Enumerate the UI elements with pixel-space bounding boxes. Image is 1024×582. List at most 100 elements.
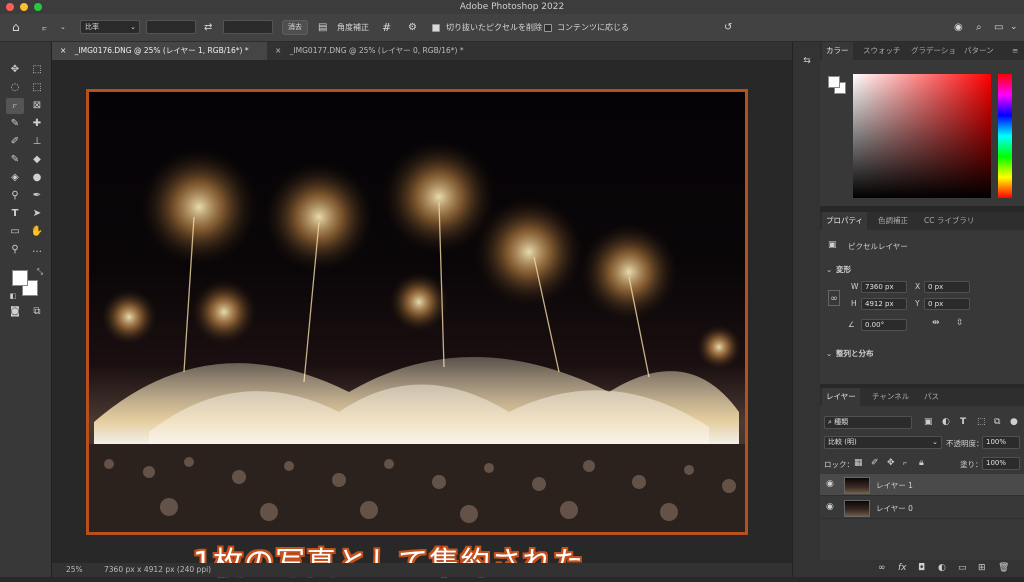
- reset-icon[interactable]: ↺: [724, 20, 732, 35]
- search-icon[interactable]: ⌕: [976, 20, 982, 35]
- hand-tool-icon[interactable]: ✋: [28, 224, 46, 240]
- filter-toggle-icon[interactable]: ●: [1010, 417, 1018, 427]
- workspace-icon[interactable]: ▭: [994, 20, 1003, 35]
- lasso-tool-icon[interactable]: ◌: [6, 80, 24, 96]
- lock-position-icon[interactable]: ✥: [887, 458, 895, 468]
- crop-height-input[interactable]: [223, 20, 273, 34]
- default-colors-icon[interactable]: ◧: [4, 288, 22, 304]
- add-mask-icon[interactable]: ◘: [918, 563, 925, 573]
- crop-tool-icon[interactable]: ⟔: [6, 98, 24, 114]
- marquee-tool-icon[interactable]: ⬚: [28, 62, 46, 78]
- gear-icon[interactable]: ⚙: [408, 20, 417, 35]
- document-info[interactable]: 7360 px x 4912 px (240 ppi): [104, 563, 211, 577]
- content-aware-checkbox[interactable]: [544, 24, 552, 32]
- flip-horizontal-icon[interactable]: ⇹: [932, 318, 940, 328]
- tab-patterns[interactable]: パターン: [960, 42, 998, 60]
- brush-tool-icon[interactable]: ✐: [6, 134, 24, 150]
- tab-document-2[interactable]: × _IMG0177.DNG @ 25% (レイヤー 0, RGB/16*) *: [267, 42, 482, 60]
- swap-icon[interactable]: ⇄: [204, 20, 212, 35]
- quick-mask-icon[interactable]: ◙: [6, 304, 24, 320]
- paint-bucket-icon[interactable]: ◈: [6, 170, 24, 186]
- link-layers-icon[interactable]: ∞: [878, 563, 886, 573]
- straighten-icon[interactable]: ▤: [318, 20, 327, 35]
- link-icon[interactable]: ∞: [828, 290, 840, 306]
- panel-menu-icon[interactable]: ≡: [1008, 42, 1022, 60]
- screen-mode-icon[interactable]: ⧉: [28, 304, 46, 320]
- minimize-window-button[interactable]: [20, 3, 28, 11]
- document-image[interactable]: [86, 89, 748, 535]
- account-icon[interactable]: ◉: [954, 20, 963, 35]
- grid-overlay-icon[interactable]: #: [382, 20, 391, 35]
- lock-pixels-icon[interactable]: ✐: [871, 458, 879, 468]
- new-layer-icon[interactable]: ⊞: [978, 563, 986, 573]
- frame-tool-icon[interactable]: ⊠: [28, 98, 46, 114]
- lock-all-icon[interactable]: 🔒︎: [919, 458, 924, 468]
- height-input[interactable]: 4912 px: [861, 298, 907, 310]
- tab-document-1[interactable]: × _IMG0176.DNG @ 25% (レイヤー 1, RGB/16*) *: [52, 42, 267, 60]
- lock-artboard-icon[interactable]: ⟔: [903, 458, 907, 468]
- history-brush-icon[interactable]: ✎: [6, 152, 24, 168]
- visibility-eye-icon[interactable]: ◉: [826, 479, 834, 489]
- adjustment-layer-icon[interactable]: ◐: [938, 563, 946, 573]
- zoom-level[interactable]: 25%: [66, 563, 83, 577]
- hue-slider[interactable]: [998, 74, 1012, 198]
- tab-adjustments[interactable]: 色調補正: [874, 212, 912, 230]
- more-tools-icon[interactable]: …: [28, 242, 46, 258]
- tab-channels[interactable]: チャンネル: [868, 388, 913, 406]
- filter-adjust-icon[interactable]: ◐: [942, 417, 950, 427]
- object-select-icon[interactable]: ⬚: [28, 80, 46, 96]
- zoom-window-button[interactable]: [34, 3, 42, 11]
- zoom-tool-icon[interactable]: ⚲: [6, 242, 24, 258]
- chevron-down-icon[interactable]: ⌄: [1010, 20, 1018, 35]
- close-icon[interactable]: ×: [275, 46, 281, 55]
- close-window-button[interactable]: [6, 3, 14, 11]
- layer-filter-select[interactable]: ⌕ 種類: [824, 416, 912, 429]
- angle-input[interactable]: 0.00°: [861, 319, 907, 331]
- rectangle-tool-icon[interactable]: ▭: [6, 224, 24, 240]
- dodge-tool-icon[interactable]: ⚲: [6, 188, 24, 204]
- straighten-label[interactable]: 角度補正: [337, 20, 369, 35]
- fx-icon[interactable]: fx: [898, 563, 907, 573]
- eraser-tool-icon[interactable]: ◆: [28, 152, 46, 168]
- tab-properties[interactable]: プロパティ: [822, 212, 868, 230]
- fill-input[interactable]: 100%: [982, 457, 1020, 470]
- group-folder-icon[interactable]: ▭: [958, 563, 967, 573]
- chevron-down-icon[interactable]: ⌄: [826, 265, 832, 274]
- filter-pixel-icon[interactable]: ▣: [924, 417, 933, 427]
- blur-tool-icon[interactable]: ●: [28, 170, 46, 186]
- layer-row-1[interactable]: ◉ レイヤー 1: [820, 474, 1024, 496]
- filter-shape-icon[interactable]: ⬚: [977, 417, 986, 427]
- flip-vertical-icon[interactable]: ⇳: [956, 318, 964, 328]
- type-tool-icon[interactable]: T: [6, 206, 24, 222]
- blend-mode-select[interactable]: 比較 (明) ⌄: [824, 436, 942, 449]
- swap-colors-icon[interactable]: ⤡: [31, 264, 49, 280]
- lock-transparent-icon[interactable]: ▦: [854, 458, 863, 468]
- eyedropper-tool-icon[interactable]: ✎: [6, 116, 24, 132]
- tab-cc-libraries[interactable]: CC ライブラリ: [920, 212, 978, 230]
- clear-button[interactable]: 消去: [282, 20, 308, 35]
- visibility-eye-icon[interactable]: ◉: [826, 502, 834, 512]
- stamp-tool-icon[interactable]: ⊥: [28, 134, 46, 150]
- width-input[interactable]: 7360 px: [861, 281, 907, 293]
- history-panel-icon[interactable]: ⇆: [799, 56, 815, 66]
- tab-gradients[interactable]: グラデーショ: [907, 42, 960, 60]
- tab-color[interactable]: カラー: [822, 42, 853, 60]
- chevron-down-icon[interactable]: ⌄: [826, 349, 832, 358]
- crop-tool-preset-icon[interactable]: ⟔: [42, 20, 47, 35]
- pen-tool-icon[interactable]: ✒: [28, 188, 46, 204]
- tab-layers[interactable]: レイヤー: [822, 388, 860, 406]
- trash-icon[interactable]: 🗑︎: [998, 563, 1009, 573]
- tab-swatches[interactable]: スウォッチ: [859, 42, 905, 60]
- close-icon[interactable]: ×: [60, 46, 66, 55]
- chevron-down-icon[interactable]: ⌄: [60, 20, 66, 35]
- delete-cropped-checkbox[interactable]: [432, 24, 440, 32]
- color-field[interactable]: [853, 74, 991, 198]
- x-input[interactable]: 0 px: [924, 281, 970, 293]
- healing-brush-icon[interactable]: ✚: [28, 116, 46, 132]
- foreground-color-swatch[interactable]: [12, 270, 28, 286]
- tab-paths[interactable]: パス: [920, 388, 943, 406]
- path-select-icon[interactable]: ➤: [28, 206, 46, 222]
- move-tool-icon[interactable]: ✥: [6, 62, 24, 78]
- y-input[interactable]: 0 px: [924, 298, 970, 310]
- filter-type-icon[interactable]: T: [960, 417, 966, 427]
